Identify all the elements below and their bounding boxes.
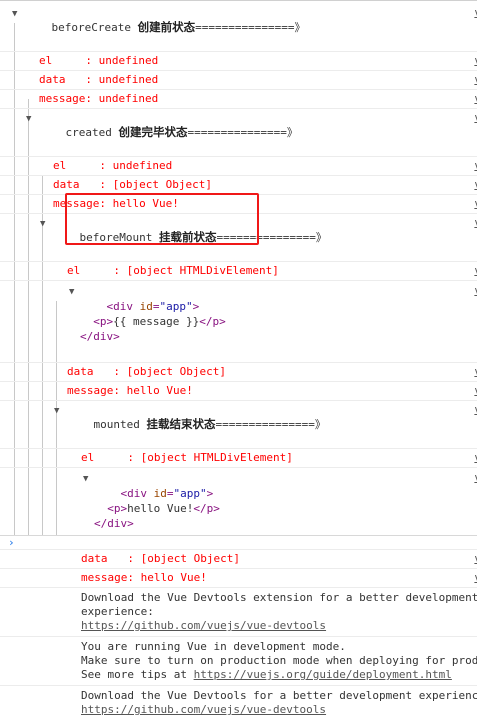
p-open: <p> <box>107 502 128 515</box>
log-row: message: undefinedv <box>0 90 477 109</box>
div-close: </div> <box>94 517 134 530</box>
log-text: data : [object Object] <box>67 365 226 378</box>
group-title: 挂载结束状态 <box>146 417 216 431</box>
message-text: Download the Vue Devtools for a better d… <box>81 689 477 702</box>
log-row: data : undefinedv <box>0 71 477 90</box>
group-separator: ===============》 <box>215 418 326 431</box>
dom-element-log[interactable]: ▼ <div id="app"> <p>{{ message }}</p> </d… <box>0 281 477 363</box>
p-close: </p> <box>199 315 226 328</box>
expand-triangle-icon[interactable]: ▼ <box>83 472 88 487</box>
expand-triangle-icon[interactable]: ▼ <box>69 285 74 300</box>
tag-close: > <box>206 487 214 500</box>
log-text: message: undefined <box>39 92 159 105</box>
group-header-created[interactable]: ▼created 创建完毕状态===============》 v <box>0 109 477 157</box>
log-text: el : [object HTMLDivElement] <box>81 451 293 464</box>
console-top-border <box>0 0 477 1</box>
attr-value: "app" <box>159 300 193 313</box>
expand-triangle-icon[interactable]: ▼ <box>40 217 45 231</box>
log-row: el : [object HTMLDivElement]v <box>0 262 477 281</box>
p-text: hello Vue! <box>127 502 194 515</box>
message-text: experience: <box>81 605 154 618</box>
group-title: 创建完毕状态 <box>118 125 188 139</box>
tag-open: <div <box>106 300 134 313</box>
log-row: message: hello Vue!v <box>0 569 477 588</box>
devtools-message: Download the Vue Devtools extension for … <box>0 588 477 637</box>
log-text: message: hello Vue! <box>81 571 207 584</box>
group-name: created <box>65 126 112 139</box>
log-row: el : [object HTMLDivElement]v <box>0 449 477 468</box>
log-text: data : undefined <box>39 73 159 86</box>
log-text: data : [object Object] <box>53 178 212 191</box>
console-prompt-icon[interactable]: › <box>8 536 15 549</box>
log-text: el : undefined <box>53 159 173 172</box>
dom-element-log[interactable]: ▼ <div id="app"> <p>hello Vue!</p> </div>… <box>0 468 477 550</box>
highlight-box <box>65 193 259 245</box>
log-text: el : undefined <box>39 54 159 67</box>
attr-value: "app" <box>173 487 207 500</box>
log-text: message: hello Vue! <box>67 384 193 397</box>
log-text: data : [object Object] <box>81 552 240 565</box>
expand-triangle-icon[interactable]: ▼ <box>54 404 59 418</box>
message-text: You are running Vue in development mode. <box>81 640 346 653</box>
div-close: </div> <box>80 330 120 343</box>
expand-triangle-icon[interactable]: ▼ <box>26 112 31 126</box>
group-title: 创建前状态 <box>137 20 196 34</box>
deployment-guide-link[interactable]: https://vuejs.org/guide/deployment.html <box>194 668 452 681</box>
log-row: message: hello Vue!v <box>0 382 477 401</box>
tag-close: > <box>192 300 200 313</box>
log-row: data : [object Object]v <box>0 363 477 382</box>
console-output: ▼beforeCreate 创建前状态===============》 v el… <box>0 4 477 720</box>
group-header-beforecreate[interactable]: ▼beforeCreate 创建前状态===============》 v <box>0 4 477 52</box>
log-row: el : undefinedv <box>0 157 477 176</box>
group-name: mounted <box>93 418 140 431</box>
devtools-link[interactable]: https://github.com/vuejs/vue-devtools <box>81 703 326 716</box>
log-row: el : undefinedv <box>0 52 477 71</box>
p-close: </p> <box>193 502 220 515</box>
expand-triangle-icon[interactable]: ▼ <box>12 7 17 21</box>
group-header-mounted[interactable]: ▼mounted 挂载结束状态===============》 v <box>0 401 477 449</box>
attr-name: id <box>153 487 167 500</box>
prompt-divider <box>0 535 477 536</box>
group-separator: ===============》 <box>195 21 306 34</box>
devtools-message: Download the Vue Devtools for a better d… <box>0 686 477 720</box>
attr-eq: = <box>166 487 174 500</box>
attr-name: id <box>139 300 153 313</box>
message-text: Make sure to turn on production mode whe… <box>81 654 477 667</box>
message-text: Download the Vue Devtools extension for … <box>81 591 477 604</box>
message-text: See more tips at <box>81 668 194 681</box>
group-separator: ===============》 <box>187 126 298 139</box>
log-text: el : [object HTMLDivElement] <box>67 264 279 277</box>
devtools-link[interactable]: https://github.com/vuejs/vue-devtools <box>81 619 326 632</box>
log-row: data : [object Object]v <box>0 550 477 569</box>
group-name: beforeCreate <box>51 21 131 34</box>
p-open: <p> <box>93 315 114 328</box>
attr-eq: = <box>152 300 160 313</box>
dev-mode-message: You are running Vue in development mode.… <box>0 637 477 686</box>
p-text: {{ message }} <box>113 315 200 328</box>
tag-open: <div <box>120 487 148 500</box>
